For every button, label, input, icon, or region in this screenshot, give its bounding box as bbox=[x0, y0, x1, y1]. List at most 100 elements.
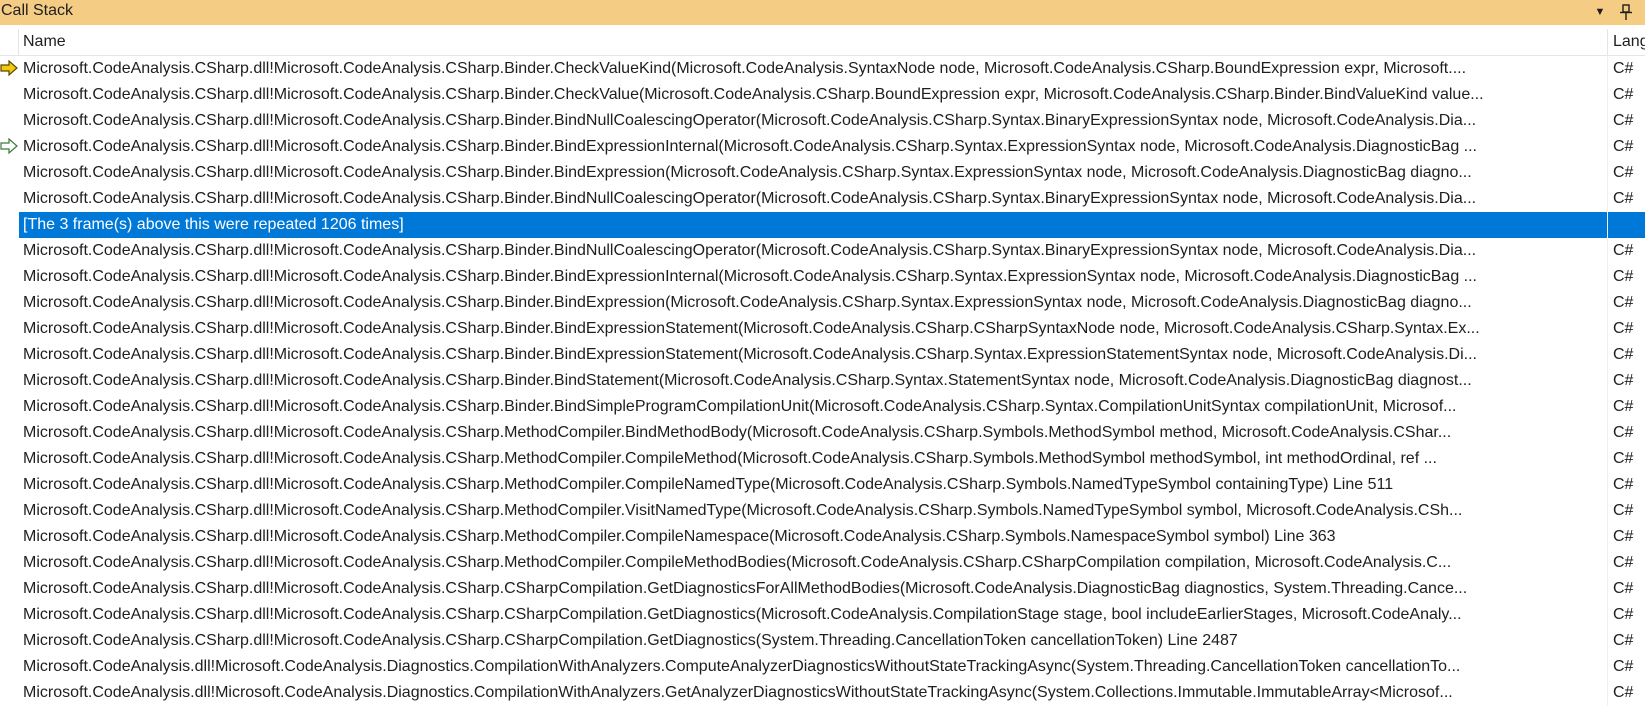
row-gutter bbox=[0, 290, 19, 316]
frame-language: C# bbox=[1613, 476, 1634, 493]
stack-frame-row[interactable]: Microsoft.CodeAnalysis.CSharp.dll!Micros… bbox=[0, 160, 1645, 186]
row-gutter bbox=[0, 342, 19, 368]
frame-name: Microsoft.CodeAnalysis.CSharp.dll!Micros… bbox=[23, 632, 1238, 649]
stack-frame-row[interactable]: Microsoft.CodeAnalysis.CSharp.dll!Micros… bbox=[0, 472, 1645, 498]
column-divider bbox=[1607, 238, 1608, 264]
tool-window-titlebar: Call Stack ▼ bbox=[0, 0, 1645, 25]
frame-name: Microsoft.CodeAnalysis.CSharp.dll!Micros… bbox=[23, 190, 1477, 207]
stack-frame-row[interactable]: Microsoft.CodeAnalysis.CSharp.dll!Micros… bbox=[0, 420, 1645, 446]
row-gutter bbox=[0, 134, 19, 160]
stack-frame-row[interactable]: Microsoft.CodeAnalysis.CSharp.dll!Micros… bbox=[0, 550, 1645, 576]
frame-name: Microsoft.CodeAnalysis.CSharp.dll!Micros… bbox=[23, 476, 1394, 493]
frame-name: Microsoft.CodeAnalysis.CSharp.dll!Micros… bbox=[23, 580, 1468, 597]
row-gutter bbox=[0, 602, 19, 628]
stack-frame-row[interactable]: Microsoft.CodeAnalysis.dll!Microsoft.Cod… bbox=[0, 680, 1645, 706]
stack-frame-row[interactable]: Microsoft.CodeAnalysis.CSharp.dll!Micros… bbox=[0, 238, 1645, 264]
column-divider[interactable] bbox=[1607, 29, 1608, 55]
stack-frame-row[interactable]: Microsoft.CodeAnalysis.dll!Microsoft.Cod… bbox=[0, 654, 1645, 680]
row-gutter bbox=[0, 654, 19, 680]
stack-frame-row[interactable]: Microsoft.CodeAnalysis.CSharp.dll!Micros… bbox=[0, 368, 1645, 394]
row-gutter bbox=[0, 238, 19, 264]
row-gutter bbox=[0, 368, 19, 394]
stack-frame-row[interactable]: Microsoft.CodeAnalysis.CSharp.dll!Micros… bbox=[0, 394, 1645, 420]
chevron-down-icon[interactable]: ▼ bbox=[1592, 1, 1608, 23]
column-divider bbox=[1607, 160, 1608, 186]
frame-name: Microsoft.CodeAnalysis.CSharp.dll!Micros… bbox=[23, 320, 1480, 337]
call-stack-list: Microsoft.CodeAnalysis.CSharp.dll!Micros… bbox=[0, 56, 1645, 706]
column-divider bbox=[1607, 134, 1608, 160]
stack-frame-row[interactable]: Microsoft.CodeAnalysis.CSharp.dll!Micros… bbox=[0, 446, 1645, 472]
column-header-name[interactable]: Name bbox=[23, 33, 66, 51]
stack-frame-row[interactable]: Microsoft.CodeAnalysis.CSharp.dll!Micros… bbox=[0, 342, 1645, 368]
frame-name: Microsoft.CodeAnalysis.CSharp.dll!Micros… bbox=[23, 528, 1336, 545]
frame-language: C# bbox=[1613, 528, 1634, 545]
frame-name: Microsoft.CodeAnalysis.CSharp.dll!Micros… bbox=[23, 138, 1477, 155]
frame-language: C# bbox=[1613, 554, 1634, 571]
column-divider bbox=[1607, 56, 1608, 82]
column-divider bbox=[1607, 680, 1608, 706]
stack-frame-row[interactable]: Microsoft.CodeAnalysis.CSharp.dll!Micros… bbox=[0, 498, 1645, 524]
stack-frame-row[interactable]: Microsoft.CodeAnalysis.CSharp.dll!Micros… bbox=[0, 186, 1645, 212]
column-divider bbox=[1607, 576, 1608, 602]
frame-name: Microsoft.CodeAnalysis.CSharp.dll!Micros… bbox=[23, 294, 1472, 311]
column-divider bbox=[1607, 654, 1608, 680]
row-gutter bbox=[0, 212, 19, 238]
column-divider bbox=[1607, 524, 1608, 550]
frame-name: Microsoft.CodeAnalysis.CSharp.dll!Micros… bbox=[23, 86, 1484, 103]
row-gutter bbox=[0, 628, 19, 654]
repeated-frames-row[interactable]: [The 3 frame(s) above this were repeated… bbox=[0, 212, 1645, 238]
row-gutter bbox=[0, 498, 19, 524]
stack-frame-row[interactable]: Microsoft.CodeAnalysis.CSharp.dll!Micros… bbox=[0, 316, 1645, 342]
frame-name: Microsoft.CodeAnalysis.CSharp.dll!Micros… bbox=[23, 372, 1472, 389]
stack-frame-row[interactable]: Microsoft.CodeAnalysis.CSharp.dll!Micros… bbox=[0, 134, 1645, 160]
column-divider bbox=[1607, 264, 1608, 290]
frame-language: C# bbox=[1613, 684, 1634, 701]
frame-language: C# bbox=[1613, 346, 1634, 363]
frame-language: C# bbox=[1613, 320, 1634, 337]
stack-frame-row[interactable]: Microsoft.CodeAnalysis.CSharp.dll!Micros… bbox=[0, 524, 1645, 550]
frame-language: C# bbox=[1613, 86, 1634, 103]
frame-language: C# bbox=[1613, 190, 1634, 207]
frame-name: Microsoft.CodeAnalysis.CSharp.dll!Micros… bbox=[23, 164, 1472, 181]
frame-language: C# bbox=[1613, 60, 1634, 77]
frame-name: Microsoft.CodeAnalysis.CSharp.dll!Micros… bbox=[23, 554, 1452, 571]
frame-name: Microsoft.CodeAnalysis.CSharp.dll!Micros… bbox=[23, 450, 1437, 467]
frame-name: Microsoft.CodeAnalysis.CSharp.dll!Micros… bbox=[23, 424, 1452, 441]
frame-language: C# bbox=[1613, 398, 1634, 415]
column-divider bbox=[1607, 394, 1608, 420]
row-gutter bbox=[0, 264, 19, 290]
frame-name: Microsoft.CodeAnalysis.CSharp.dll!Micros… bbox=[23, 112, 1477, 129]
frame-name: Microsoft.CodeAnalysis.CSharp.dll!Micros… bbox=[23, 502, 1463, 519]
column-divider bbox=[1607, 446, 1608, 472]
return-frame-arrow-icon bbox=[0, 138, 18, 154]
row-gutter bbox=[0, 446, 19, 472]
column-header-language[interactable]: Lang bbox=[1613, 33, 1645, 51]
stack-frame-row[interactable]: Microsoft.CodeAnalysis.CSharp.dll!Micros… bbox=[0, 108, 1645, 134]
frame-language: C# bbox=[1613, 502, 1634, 519]
column-divider bbox=[1607, 316, 1608, 342]
stack-frame-row[interactable]: Microsoft.CodeAnalysis.CSharp.dll!Micros… bbox=[0, 628, 1645, 654]
stack-frame-row[interactable]: Microsoft.CodeAnalysis.CSharp.dll!Micros… bbox=[0, 576, 1645, 602]
stack-frame-row[interactable]: Microsoft.CodeAnalysis.CSharp.dll!Micros… bbox=[0, 264, 1645, 290]
row-gutter bbox=[0, 680, 19, 706]
row-gutter bbox=[0, 524, 19, 550]
frame-name: Microsoft.CodeAnalysis.CSharp.dll!Micros… bbox=[23, 606, 1462, 623]
frame-language: C# bbox=[1613, 580, 1634, 597]
row-gutter bbox=[0, 82, 19, 108]
frame-name: Microsoft.CodeAnalysis.dll!Microsoft.Cod… bbox=[23, 658, 1461, 675]
frame-language: C# bbox=[1613, 632, 1634, 649]
column-divider bbox=[1607, 420, 1608, 446]
current-frame-arrow-icon bbox=[0, 60, 18, 76]
frame-language: C# bbox=[1613, 424, 1634, 441]
column-divider bbox=[1607, 472, 1608, 498]
row-gutter bbox=[0, 186, 19, 212]
stack-frame-row[interactable]: Microsoft.CodeAnalysis.CSharp.dll!Micros… bbox=[0, 82, 1645, 108]
stack-frame-row[interactable]: Microsoft.CodeAnalysis.CSharp.dll!Micros… bbox=[0, 290, 1645, 316]
stack-frame-row[interactable]: Microsoft.CodeAnalysis.CSharp.dll!Micros… bbox=[0, 602, 1645, 628]
column-divider bbox=[1607, 212, 1608, 238]
column-divider bbox=[1607, 628, 1608, 654]
pin-icon[interactable] bbox=[1618, 3, 1634, 21]
frame-language: C# bbox=[1613, 606, 1634, 623]
stack-frame-row[interactable]: Microsoft.CodeAnalysis.CSharp.dll!Micros… bbox=[0, 56, 1645, 82]
frame-language: C# bbox=[1613, 164, 1634, 181]
